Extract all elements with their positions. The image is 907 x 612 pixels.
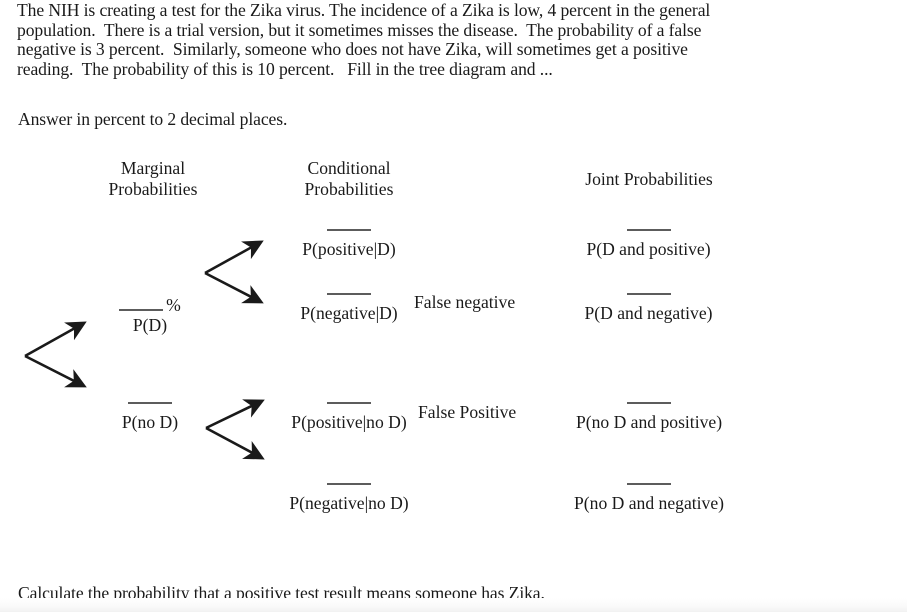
label-p-d: P(D) (132, 315, 168, 335)
column-header-marginal: Marginal Probabilities (90, 158, 216, 200)
percent-sign-p-d: % (166, 294, 181, 315)
column-header-conditional-line1: Conditional (307, 158, 391, 178)
label-p-no-d: P(no D) (121, 412, 179, 432)
label-d-and-negative: P(D and negative) (584, 303, 713, 323)
label-positive-given-d: P(positive|D) (302, 239, 396, 259)
annotation-false-positive: False Positive (418, 402, 517, 422)
column-header-joint: Joint Probabilities (566, 169, 732, 190)
answer-instruction: Answer in percent to 2 decimal places. (18, 109, 288, 129)
label-positive-given-no-d: P(positive|no D) (291, 412, 407, 432)
node-joint-d-and-negative: P(D and negative) (566, 293, 731, 323)
fork-root-arrows (24, 321, 87, 388)
scan-edge-band (0, 598, 907, 612)
label-d-and-positive: P(D and positive) (586, 239, 711, 259)
column-header-conditional-line2: Probabilities (304, 179, 394, 199)
node-joint-no-d-and-negative: P(no D and negative) (560, 483, 738, 513)
fork-root (14, 312, 98, 398)
column-header-marginal-line2: Probabilities (108, 179, 198, 199)
node-conditional-negative-given-no-d: P(negative|no D) (264, 483, 434, 513)
problem-statement: The NIH is creating a test for the Zika … (17, 0, 711, 79)
label-no-d-and-positive: P(no D and positive) (575, 412, 723, 432)
blank-input-negative-given-d[interactable] (327, 293, 371, 295)
label-negative-given-d: P(negative|D) (300, 303, 398, 323)
node-joint-d-and-positive: P(D and positive) (566, 229, 731, 259)
node-conditional-positive-given-d: P(positive|D) (278, 229, 420, 259)
label-no-d-and-negative: P(no D and negative) (574, 493, 724, 513)
blank-input-d-and-positive[interactable] (626, 229, 671, 231)
blank-input-no-d-and-negative[interactable] (627, 483, 671, 485)
node-marginal-p-no-d: P(no D) (90, 402, 210, 432)
node-conditional-positive-given-no-d: P(positive|no D) (264, 402, 434, 432)
annotation-false-negative: False negative (414, 292, 516, 312)
column-header-conditional: Conditional Probabilities (286, 158, 412, 200)
node-marginal-p-d: % P(D) (90, 293, 210, 335)
node-joint-no-d-and-positive: P(no D and positive) (560, 402, 738, 432)
node-conditional-negative-given-d: P(negative|D) (278, 293, 420, 323)
worksheet-page: The NIH is creating a test for the Zika … (0, 0, 907, 612)
blank-input-p-no-d[interactable] (128, 402, 172, 404)
label-negative-given-no-d: P(negative|no D) (289, 493, 409, 513)
blank-row-p-d: % (90, 293, 210, 315)
blank-input-no-d-and-positive[interactable] (627, 402, 671, 404)
blank-input-p-d[interactable] (119, 308, 164, 311)
column-header-marginal-line1: Marginal (120, 158, 186, 178)
blank-input-d-and-negative[interactable] (626, 293, 671, 295)
blank-input-positive-given-no-d[interactable] (327, 402, 371, 404)
blank-input-negative-given-no-d[interactable] (327, 483, 371, 485)
blank-input-positive-given-d[interactable] (327, 229, 371, 231)
column-header-joint-line1: Joint Probabilities (585, 169, 713, 189)
